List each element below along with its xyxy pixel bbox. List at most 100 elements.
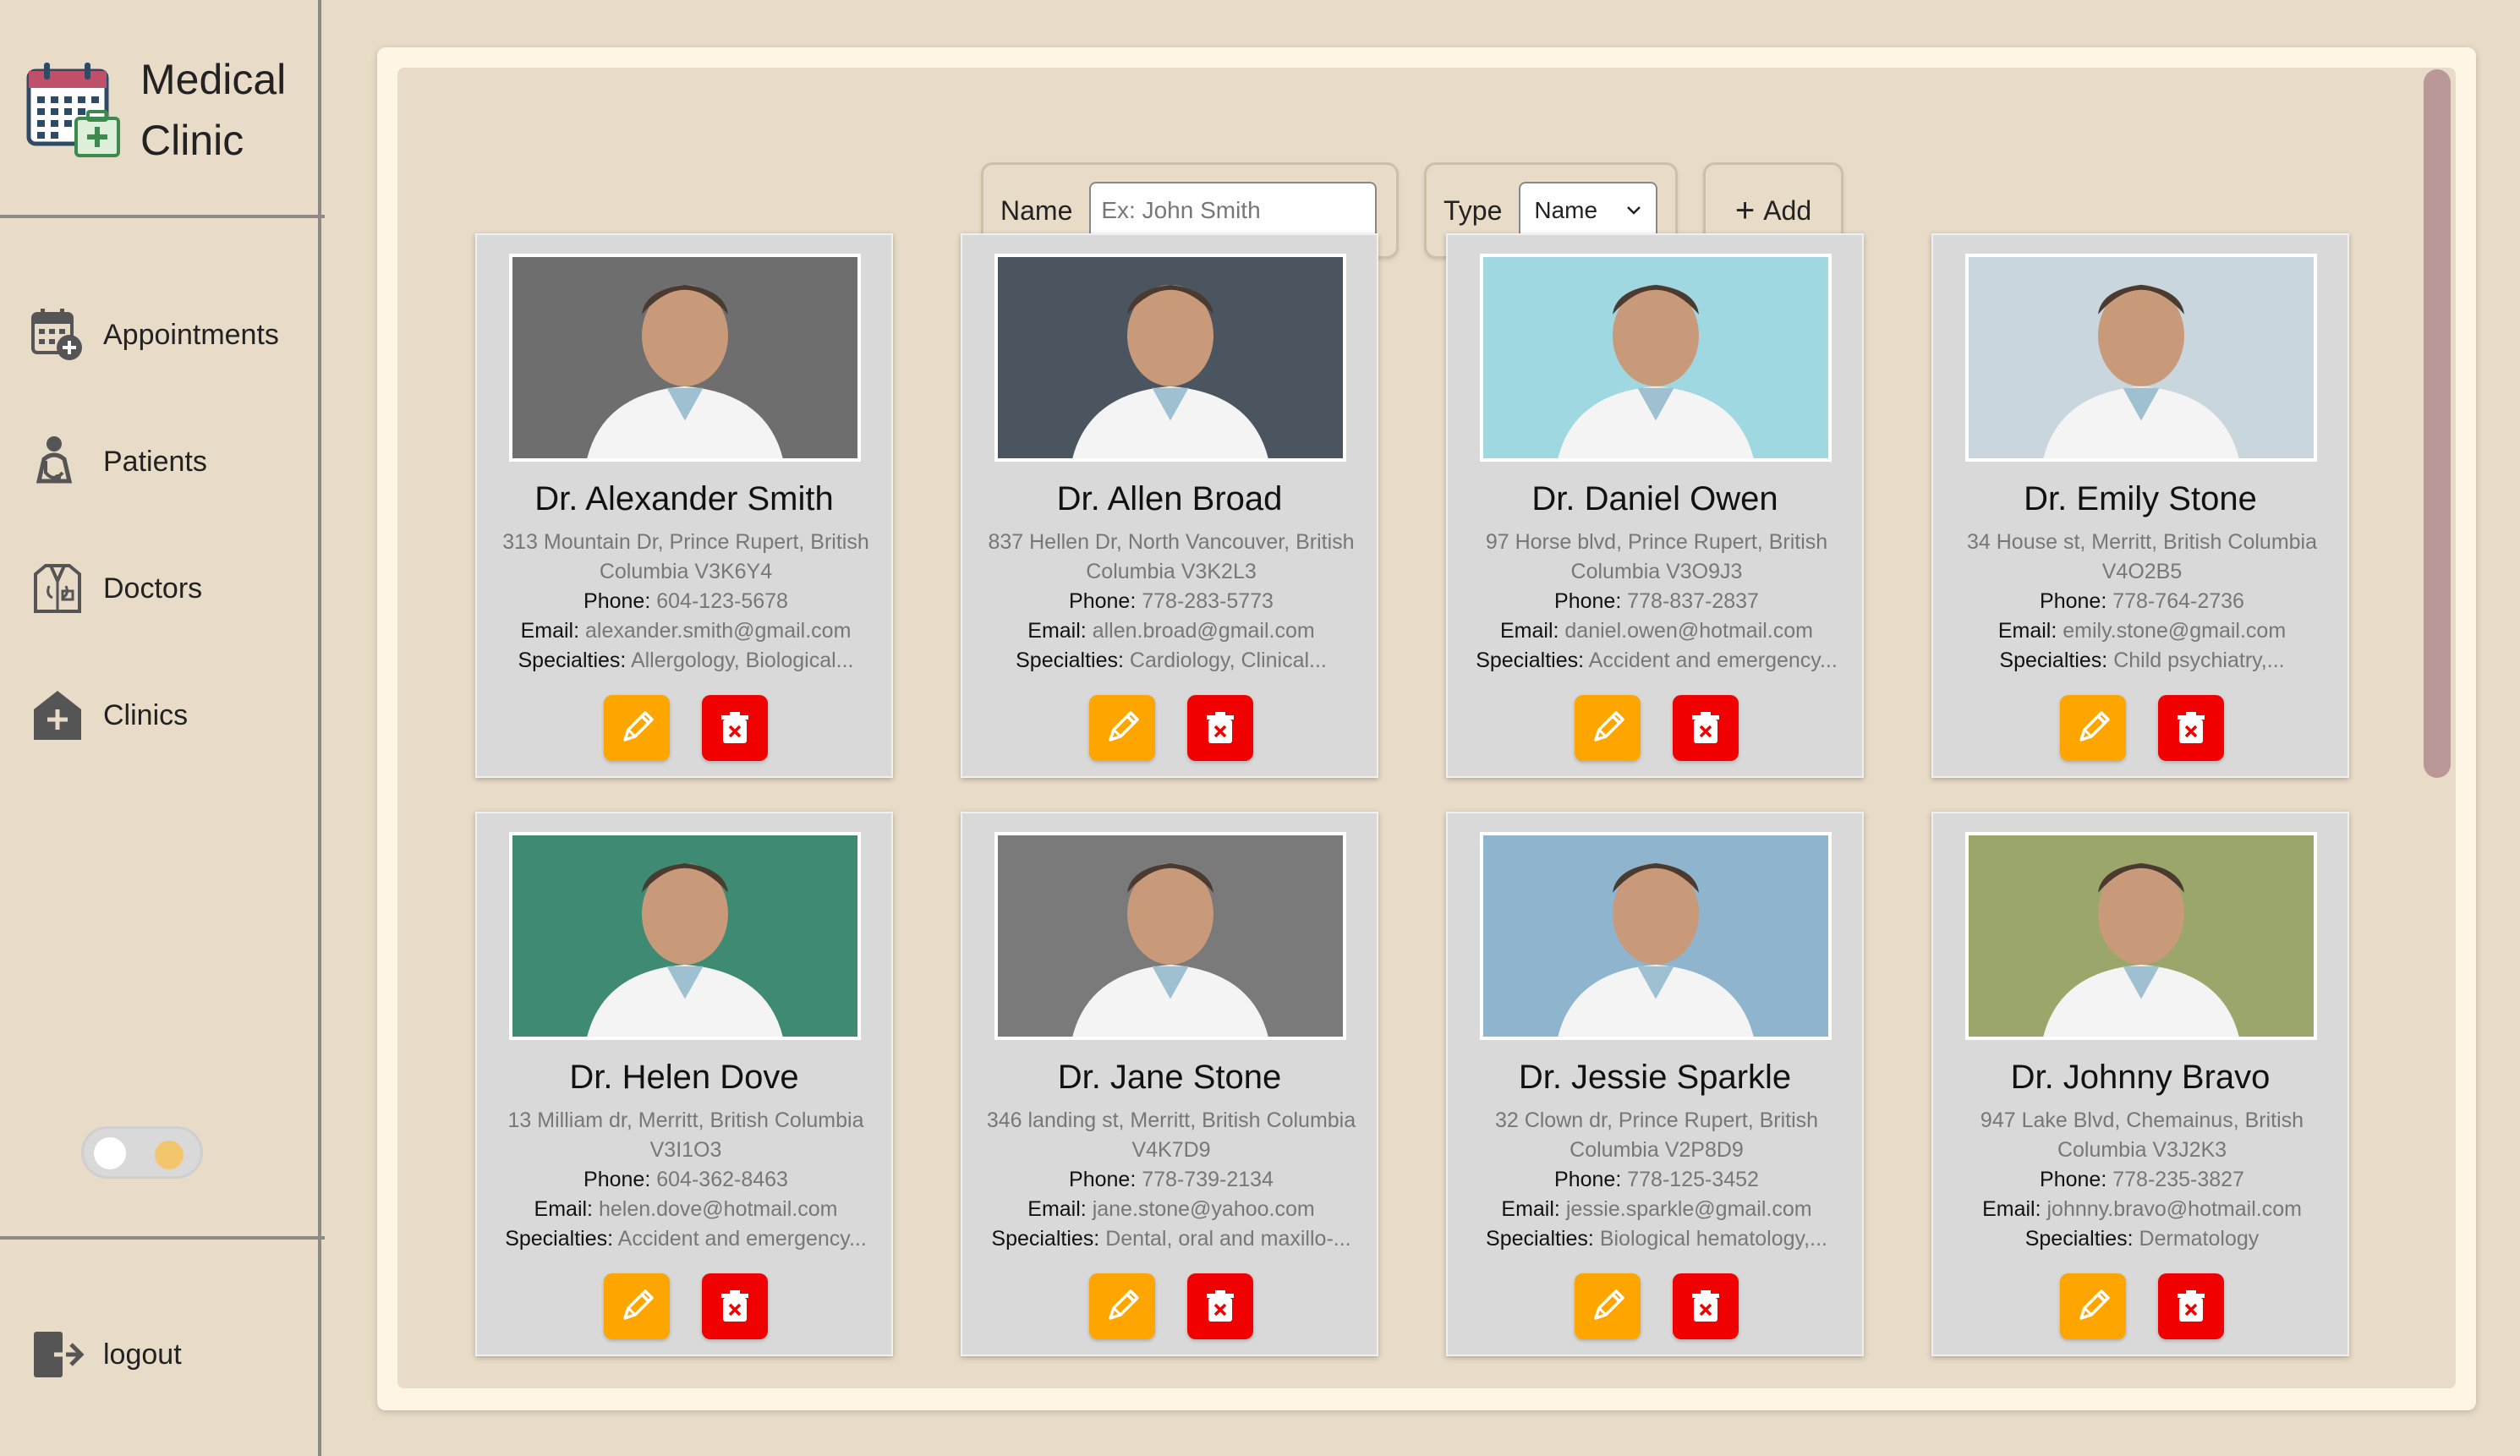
- specialties-key: Specialties:: [991, 1227, 1100, 1251]
- delete-doctor-button[interactable]: [2158, 695, 2224, 761]
- doctor-photo: [994, 832, 1346, 1040]
- doctor-info: 13 Milliam dr, Merritt, British Columbia…: [494, 1106, 878, 1254]
- nav-item-appointments[interactable]: Appointments: [30, 301, 279, 369]
- doctor-address-line2: V3I1O3: [649, 1138, 722, 1162]
- brand-title: Medical Clinic: [140, 49, 286, 171]
- doctor-address-line1: 947 Lake Blvd, Chemainus, British: [1980, 1108, 2304, 1132]
- nav-item-patients[interactable]: Patients: [30, 428, 207, 495]
- clinic-house-icon: [34, 691, 81, 740]
- doctor-address-line1: 32 Clown dr, Prince Rupert, British: [1494, 1108, 1819, 1132]
- doctor-specialties: Allergology, Biological...: [630, 649, 854, 672]
- pencil-icon: [1594, 711, 1624, 742]
- edit-doctor-button[interactable]: [1089, 1273, 1155, 1339]
- doctor-address-line2: V4K7D9: [1131, 1138, 1211, 1162]
- scrollbar[interactable]: [2424, 69, 2451, 778]
- edit-doctor-button[interactable]: [1575, 695, 1641, 761]
- type-filter-label: Type: [1444, 194, 1503, 226]
- doctor-address-line1: 313 Mountain Dr, Prince Rupert, British: [502, 530, 869, 554]
- doctor-photo-placeholder: [1483, 835, 1828, 1037]
- doctor-address-line2: Columbia V2P8D9: [1570, 1138, 1744, 1162]
- doctor-card: Dr. Alexander Smith 313 Mountain Dr, Pri…: [475, 233, 893, 778]
- theme-toggle[interactable]: [81, 1126, 203, 1179]
- doctor-info: 32 Clown dr, Prince Rupert, British Colu…: [1465, 1106, 1849, 1254]
- doctor-phone: 778-125-3452: [1627, 1168, 1759, 1191]
- doctor-info: 346 landing st, Merritt, British Columbi…: [979, 1106, 1363, 1254]
- email-key: Email:: [1501, 1197, 1560, 1221]
- type-select[interactable]: Name: [1519, 182, 1658, 239]
- doctor-email-row: Email: daniel.owen@hotmail.com: [1465, 616, 1849, 646]
- doctor-email: jessie.sparkle@gmail.com: [1565, 1197, 1812, 1221]
- doctor-card: Dr. Johnny Bravo 947 Lake Blvd, Chemainu…: [1931, 812, 2349, 1356]
- edit-doctor-button[interactable]: [1089, 695, 1155, 761]
- name-search-input[interactable]: [1089, 182, 1378, 239]
- doctor-email-row: Email: jessie.sparkle@gmail.com: [1465, 1195, 1849, 1224]
- trash-icon: [2178, 712, 2205, 743]
- delete-doctor-button[interactable]: [1187, 695, 1253, 761]
- doctor-address-line1: 346 landing st, Merritt, British Columbi…: [986, 1108, 1356, 1132]
- nav-item-clinics[interactable]: Clinics: [30, 681, 188, 749]
- doctor-specialties-row: Specialties: Biological hematology,...: [1465, 1224, 1849, 1254]
- edit-doctor-button[interactable]: [604, 1273, 670, 1339]
- doctors-list-area: Name Type Name + Add Dr. Alexa: [397, 68, 2456, 1388]
- pencil-icon: [2079, 1289, 2110, 1320]
- doctor-email-row: Email: alexander.smith@gmail.com: [494, 616, 878, 646]
- email-key: Email:: [1997, 619, 2057, 643]
- nav-label-doctors: Doctors: [103, 572, 203, 605]
- doctor-phone-row: Phone: 604-123-5678: [494, 587, 878, 616]
- email-key: Email:: [1027, 1197, 1087, 1221]
- doctor-phone: 778-739-2134: [1142, 1168, 1274, 1191]
- delete-doctor-button[interactable]: [1673, 1273, 1739, 1339]
- doctor-phone: 604-362-8463: [656, 1168, 788, 1191]
- brand: Medical Clinic: [25, 51, 313, 169]
- doctor-address-line2: Columbia V3K2L3: [1086, 560, 1257, 583]
- doctor-email: allen.broad@gmail.com: [1092, 619, 1315, 643]
- name-filter-label: Name: [1000, 194, 1073, 226]
- doctor-name: Dr. Daniel Owen: [1531, 480, 1778, 517]
- specialties-key: Specialties:: [1016, 649, 1124, 672]
- doctor-name: Dr. Helen Dove: [569, 1059, 799, 1096]
- sidebar-divider-top: [0, 215, 325, 218]
- doctor-address-line1: 34 House st, Merritt, British Columbia: [1966, 530, 2318, 554]
- doctor-phone: 778-764-2736: [2112, 589, 2244, 613]
- doctor-phone: 604-123-5678: [656, 589, 788, 613]
- nav-item-doctors[interactable]: Doctors: [30, 555, 202, 622]
- brand-line2: Clinic: [140, 117, 244, 164]
- doctor-specialties: Accident and emergency...: [1588, 649, 1838, 672]
- doctor-photo-placeholder: [998, 835, 1343, 1037]
- edit-doctor-button[interactable]: [2060, 695, 2126, 761]
- trash-icon: [721, 1290, 748, 1322]
- doctor-phone-row: Phone: 604-362-8463: [494, 1165, 878, 1195]
- delete-doctor-button[interactable]: [2158, 1273, 2224, 1339]
- doctor-card: Dr. Emily Stone 34 House st, Merritt, Br…: [1931, 233, 2349, 778]
- email-key: Email:: [1499, 619, 1559, 643]
- doctor-address-line1: 13 Milliam dr, Merritt, British Columbia: [507, 1108, 864, 1132]
- trash-icon: [1692, 712, 1719, 743]
- doctor-specialties-row: Specialties: Accident and emergency...: [494, 1224, 878, 1254]
- doctor-email-row: Email: johnny.bravo@hotmail.com: [1950, 1195, 2334, 1224]
- toggle-knob: [94, 1137, 126, 1169]
- delete-doctor-button[interactable]: [1187, 1273, 1253, 1339]
- doctor-photo-placeholder: [1969, 257, 2314, 458]
- doctor-email-row: Email: allen.broad@gmail.com: [979, 616, 1363, 646]
- specialties-key: Specialties:: [2024, 1227, 2134, 1251]
- doctor-specialties: Cardiology, Clinical...: [1129, 649, 1327, 672]
- delete-doctor-button[interactable]: [702, 695, 768, 761]
- doctor-info: 34 House st, Merritt, British Columbia V…: [1950, 528, 2334, 676]
- logout-button[interactable]: logout: [30, 1321, 182, 1388]
- doctor-address-line1: 97 Horse blvd, Prince Rupert, British: [1485, 530, 1828, 554]
- doctor-email: alexander.smith@gmail.com: [585, 619, 852, 643]
- doctor-address-line2: Columbia V3K6Y4: [599, 560, 773, 583]
- edit-doctor-button[interactable]: [2060, 1273, 2126, 1339]
- email-key: Email:: [534, 1197, 594, 1221]
- delete-doctor-button[interactable]: [702, 1273, 768, 1339]
- specialties-key: Specialties:: [1486, 1227, 1594, 1251]
- delete-doctor-button[interactable]: [1673, 695, 1739, 761]
- doctor-name: Dr. Jane Stone: [1057, 1059, 1282, 1096]
- nav-label-clinics: Clinics: [103, 698, 189, 731]
- doctor-address-line2: V4O2B5: [2101, 560, 2183, 583]
- doctor-info: 837 Hellen Dr, North Vancouver, British …: [979, 528, 1363, 676]
- doctor-name: Dr. Johnny Bravo: [2010, 1059, 2271, 1096]
- edit-doctor-button[interactable]: [1575, 1273, 1641, 1339]
- doctor-phone-row: Phone: 778-764-2736: [1950, 587, 2334, 616]
- edit-doctor-button[interactable]: [604, 695, 670, 761]
